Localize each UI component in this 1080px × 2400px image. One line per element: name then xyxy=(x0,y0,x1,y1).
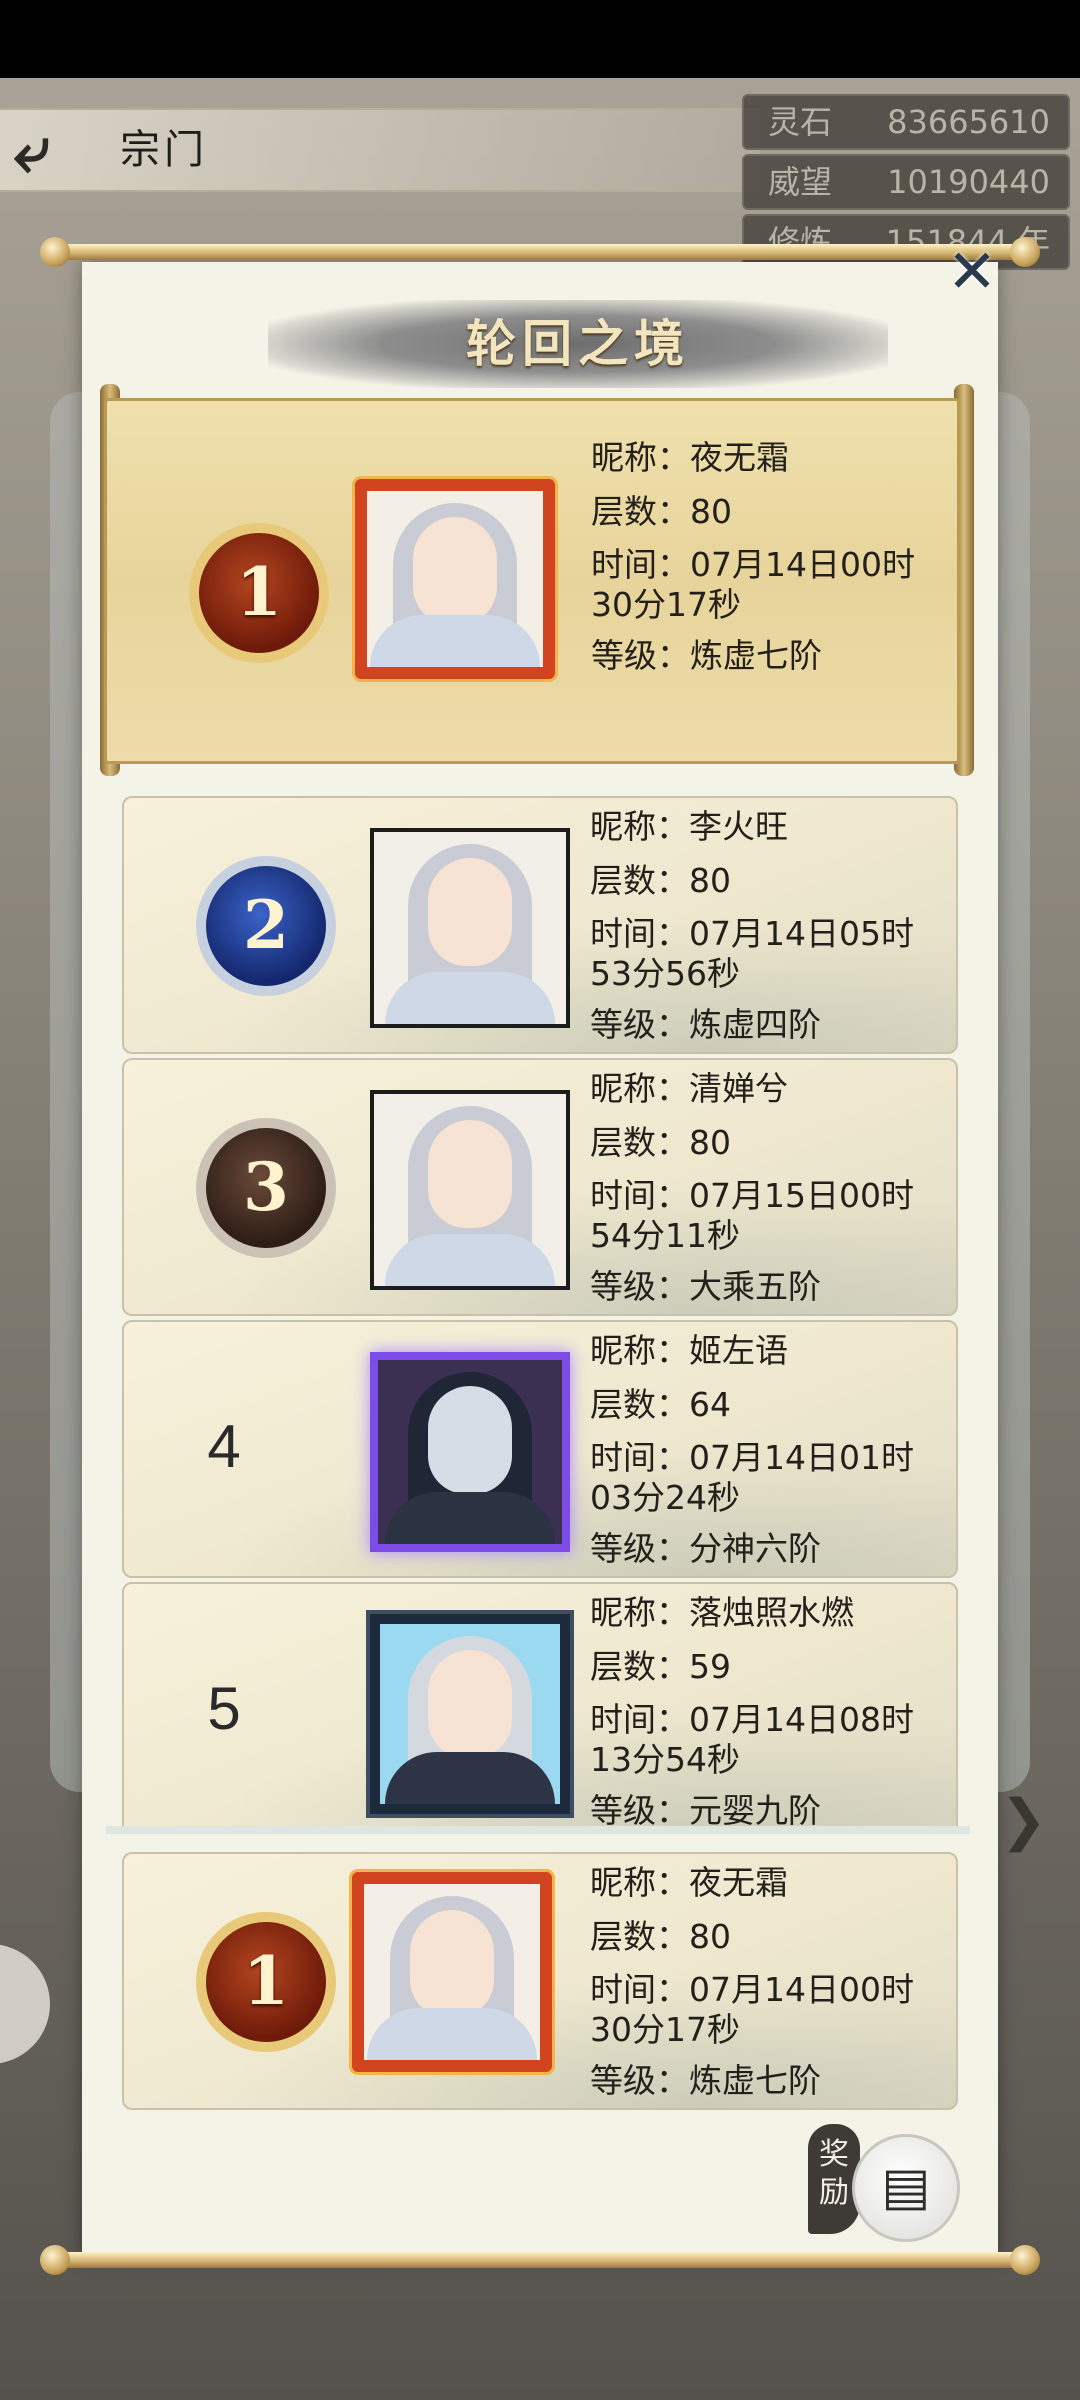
list-divider xyxy=(106,1826,970,1834)
rank-medal-bronze: 3 xyxy=(196,1118,336,1258)
floors-label: 层数： xyxy=(590,1385,689,1424)
time-label: 时间： xyxy=(590,914,689,953)
scroll-rod-bottom xyxy=(46,2252,1034,2268)
player-level: 元婴九阶 xyxy=(689,1791,821,1828)
resource-value: 10190440 xyxy=(887,163,1050,201)
name-label: 昵称： xyxy=(590,1863,689,1902)
time-label: 时间： xyxy=(590,1970,689,2009)
player-info: 昵称：清婵兮 层数：80 时间：07月15日00时54分11秒 等级：大乘五阶 xyxy=(590,1062,930,1314)
featured-champion-card[interactable]: 1 昵称：夜无霜 层数：80 时间：07月14日00时30分17秒 等级：炼虚七… xyxy=(104,398,960,764)
top-bar xyxy=(0,108,760,192)
scroll-rod-top xyxy=(46,244,1034,260)
rank-medal-silver: 2 xyxy=(196,856,336,996)
player-level: 炼虚四阶 xyxy=(689,1005,821,1044)
ranking-row[interactable]: 4 昵称：姬左语 层数：64 时间：07月14日01时03分24秒 等级：分神六… xyxy=(122,1320,958,1578)
ranking-row[interactable]: 3 昵称：清婵兮 层数：80 时间：07月15日00时54分11秒 等级：大乘五… xyxy=(122,1058,958,1316)
floors-label: 层数： xyxy=(590,1647,689,1686)
resource-prestige: 威望 10190440 xyxy=(742,154,1070,210)
avatar xyxy=(370,828,570,1028)
level-label: 等级： xyxy=(590,1791,689,1828)
avatar xyxy=(355,479,555,679)
level-label: 等级： xyxy=(590,1005,689,1044)
player-name: 清婵兮 xyxy=(689,1069,788,1108)
player-name: 夜无霜 xyxy=(690,438,789,477)
player-floors: 80 xyxy=(689,861,731,900)
player-level: 大乘五阶 xyxy=(689,1267,821,1306)
ranking-list[interactable]: 2 昵称：李火旺 层数：80 时间：07月14日05时53分56秒 等级：炼虚四… xyxy=(104,784,972,1828)
resource-label: 威望 xyxy=(768,163,833,201)
rod-knob xyxy=(40,2245,70,2275)
floors-label: 层数： xyxy=(590,1123,689,1162)
back-arrow-icon[interactable]: ⤶ xyxy=(14,118,96,182)
rank-number: 5 xyxy=(207,1675,241,1742)
name-label: 昵称： xyxy=(591,438,690,477)
player-info: 昵称：李火旺 层数：80 时间：07月14日05时53分56秒 等级：炼虚四阶 xyxy=(590,800,930,1052)
player-floors: 80 xyxy=(689,1123,731,1162)
status-bar xyxy=(0,0,1080,78)
player-info: 昵称：姬左语 层数：64 时间：07月14日01时03分24秒 等级：分神六阶 xyxy=(590,1324,930,1576)
time-label: 时间： xyxy=(590,1176,689,1215)
rank-medal-gold: 1 xyxy=(196,1912,336,2052)
rod-knob xyxy=(1010,2245,1040,2275)
player-level: 分神六阶 xyxy=(689,1529,821,1568)
player-floors: 64 xyxy=(689,1385,731,1424)
level-label: 等级： xyxy=(590,2061,689,2100)
name-label: 昵称： xyxy=(590,1331,689,1370)
player-info: 昵称：夜无霜 层数：80 时间：07月14日00时30分17秒 等级：炼虚七阶 xyxy=(590,1856,930,2108)
avatar xyxy=(370,1352,570,1552)
player-info: 昵称：落烛照水燃 层数：59 时间：07月14日08时13分54秒 等级：元婴九… xyxy=(590,1586,930,1828)
rod-knob xyxy=(1010,237,1040,267)
rank-number: 4 xyxy=(207,1413,241,1480)
dialog-title: 轮回之境 xyxy=(466,314,690,373)
resource-label: 修炼 xyxy=(768,223,833,261)
my-rank-row[interactable]: 1 昵称：夜无霜 层数：80 时间：07月14日00时30分17秒 等级：炼虚七… xyxy=(122,1852,958,2110)
rod-knob xyxy=(40,237,70,267)
name-label: 昵称： xyxy=(590,807,689,846)
player-name: 夜无霜 xyxy=(689,1863,788,1902)
time-label: 时间： xyxy=(591,545,690,584)
player-level: 炼虚七阶 xyxy=(690,636,822,675)
chest-icon[interactable]: ▤ xyxy=(852,2134,960,2242)
name-label: 昵称： xyxy=(590,1593,689,1632)
level-label: 等级： xyxy=(590,1267,689,1306)
time-label: 时间： xyxy=(590,1438,689,1477)
close-icon[interactable]: ✕ xyxy=(944,242,1000,302)
chevron-right-icon[interactable]: ❯ xyxy=(1000,1788,1060,1858)
avatar xyxy=(370,1614,570,1814)
floors-label: 层数： xyxy=(590,861,689,900)
player-name: 李火旺 xyxy=(689,807,788,846)
player-floors: 80 xyxy=(689,1917,731,1956)
avatar xyxy=(370,1090,570,1290)
player-info: 昵称：夜无霜 层数：80 时间：07月14日00时30分17秒 等级：炼虚七阶 xyxy=(591,431,931,683)
time-label: 时间： xyxy=(590,1700,689,1739)
ranking-row[interactable]: 5 昵称：落烛照水燃 层数：59 时间：07月14日08时13分54秒 等级：元… xyxy=(122,1582,958,1828)
player-floors: 80 xyxy=(690,492,732,531)
player-name: 姬左语 xyxy=(689,1331,788,1370)
resource-value: 83665610 xyxy=(887,103,1050,141)
ranking-row[interactable]: 2 昵称：李火旺 层数：80 时间：07月14日05时53分56秒 等级：炼虚四… xyxy=(122,796,958,1054)
resource-spirit-stone: 灵石 83665610 xyxy=(742,94,1070,150)
player-name: 落烛照水燃 xyxy=(689,1593,854,1632)
name-label: 昵称： xyxy=(590,1069,689,1108)
floors-label: 层数： xyxy=(590,1917,689,1956)
level-label: 等级： xyxy=(590,1529,689,1568)
page-title: 宗门 xyxy=(120,127,208,173)
player-floors: 59 xyxy=(689,1647,731,1686)
level-label: 等级： xyxy=(591,636,690,675)
floors-label: 层数： xyxy=(591,492,690,531)
rank-medal-gold: 1 xyxy=(189,523,329,663)
avatar xyxy=(352,1872,552,2072)
player-level: 炼虚七阶 xyxy=(689,2061,821,2100)
resource-label: 灵石 xyxy=(768,103,833,141)
